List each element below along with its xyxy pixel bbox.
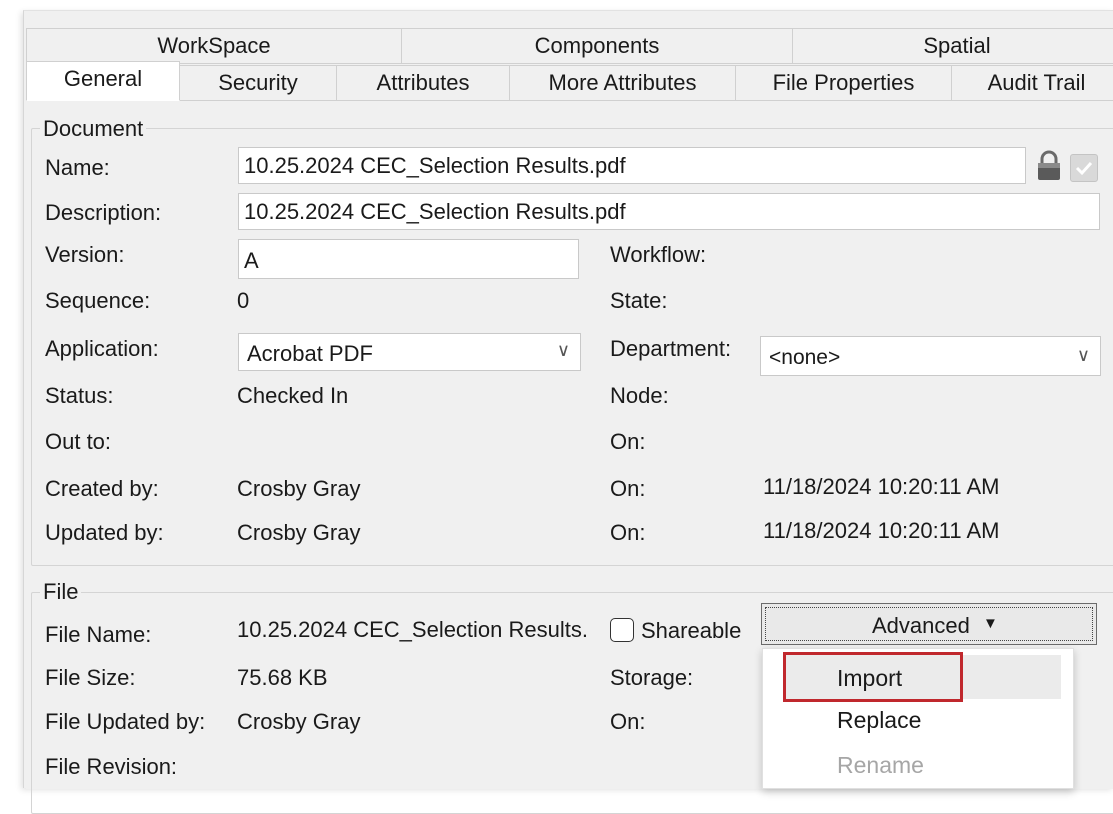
- file-updated-by-value: Crosby Gray: [237, 709, 361, 734]
- file-updated-on-label: On:: [610, 709, 646, 734]
- shareable-label[interactable]: Shareable: [641, 618, 741, 644]
- tab-file-properties[interactable]: File Properties: [735, 65, 952, 101]
- version-input[interactable]: A: [238, 239, 579, 279]
- chevron-down-icon: ∨: [556, 340, 570, 360]
- lock-icon[interactable]: [1034, 150, 1064, 182]
- status-label: Status:: [45, 383, 114, 408]
- tab-security[interactable]: Security: [179, 65, 337, 101]
- chevron-down-icon: ∨: [1076, 345, 1090, 365]
- advanced-button[interactable]: Advanced ▼: [761, 603, 1097, 645]
- tab-audit-trail[interactable]: Audit Trail: [951, 65, 1113, 101]
- status-value: Checked In: [237, 383, 349, 408]
- state-label: State:: [610, 288, 668, 313]
- check-icon[interactable]: [1070, 154, 1098, 182]
- department-value: <none>: [769, 346, 841, 369]
- application-value: Acrobat PDF: [247, 341, 373, 366]
- sequence-value: 0: [237, 288, 250, 313]
- file-name-label: File Name:: [45, 622, 152, 647]
- tab-workspace[interactable]: WorkSpace: [26, 28, 402, 64]
- out-to-label: Out to:: [45, 429, 112, 454]
- updated-on-value: 11/18/2024 10:20:11 AM: [763, 518, 1000, 543]
- import-highlight-box: [783, 652, 963, 702]
- tab-spatial[interactable]: Spatial: [792, 28, 1113, 64]
- file-group-label: File: [40, 579, 82, 605]
- created-on-label: On:: [610, 476, 646, 501]
- file-size-value: 75.68 KB: [237, 665, 328, 690]
- department-label: Department:: [610, 336, 732, 361]
- tab-attributes[interactable]: Attributes: [336, 65, 510, 101]
- updated-by-value: Crosby Gray: [237, 520, 361, 545]
- out-on-label: On:: [610, 429, 646, 454]
- description-input[interactable]: 10.25.2024 CEC_Selection Results.pdf: [238, 193, 1100, 230]
- shareable-checkbox[interactable]: [610, 618, 634, 642]
- document-group-label: Document: [40, 116, 147, 142]
- workflow-label: Workflow:: [610, 242, 707, 267]
- tab-components[interactable]: Components: [401, 28, 793, 64]
- created-on-value: 11/18/2024 10:20:11 AM: [763, 474, 1000, 499]
- file-revision-label: File Revision:: [45, 754, 178, 779]
- description-label: Description:: [45, 200, 162, 225]
- file-name-value: 10.25.2024 CEC_Selection Results.p: [237, 617, 587, 642]
- created-by-label: Created by:: [45, 476, 159, 501]
- menu-item-replace[interactable]: Replace: [837, 707, 921, 734]
- version-label: Version:: [45, 242, 125, 267]
- application-select[interactable]: Acrobat PDF ∨: [238, 333, 581, 371]
- node-label: Node:: [610, 383, 669, 408]
- name-input[interactable]: 10.25.2024 CEC_Selection Results.pdf: [238, 147, 1026, 184]
- tab-general[interactable]: General: [26, 61, 180, 101]
- updated-by-label: Updated by:: [45, 520, 164, 545]
- advanced-label: Advanced: [872, 613, 970, 638]
- name-label: Name:: [45, 155, 110, 180]
- file-size-label: File Size:: [45, 665, 136, 690]
- file-updated-by-label: File Updated by:: [45, 709, 206, 734]
- created-by-value: Crosby Gray: [237, 476, 361, 501]
- sequence-label: Sequence:: [45, 288, 151, 313]
- updated-on-label: On:: [610, 520, 646, 545]
- application-label: Application:: [45, 336, 159, 361]
- department-select[interactable]: <none> ∨: [760, 336, 1101, 376]
- storage-label: Storage:: [610, 665, 694, 690]
- tab-more-attributes[interactable]: More Attributes: [509, 65, 736, 101]
- advanced-menu: Import Replace Rename: [762, 648, 1074, 789]
- dropdown-arrow-icon: ▼: [983, 615, 998, 632]
- menu-item-rename: Rename: [837, 752, 924, 778]
